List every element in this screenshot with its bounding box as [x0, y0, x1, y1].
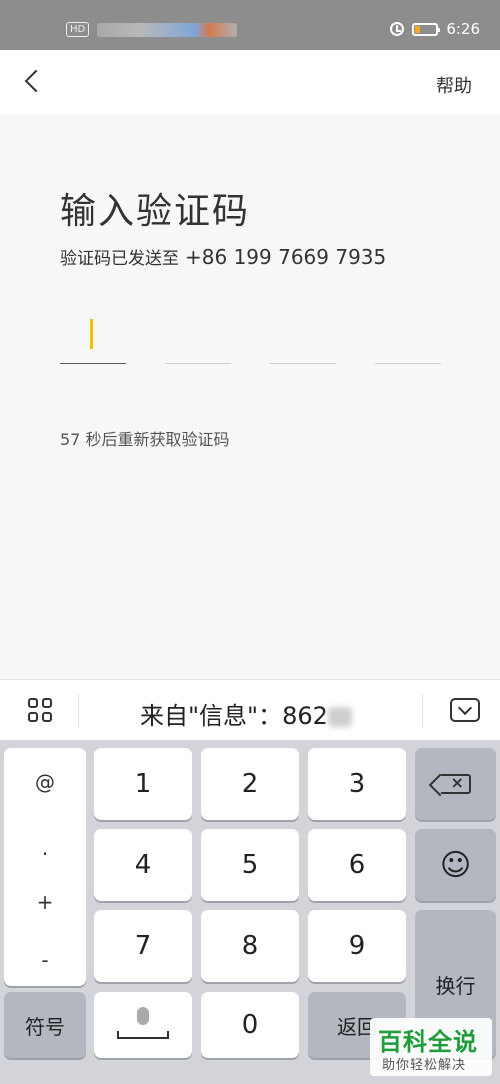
smiley-icon: ☺: [439, 847, 472, 883]
blurred-carrier: [97, 22, 238, 37]
sms-code-suggestion[interactable]: 来自"信息"：862: [140, 696, 352, 731]
watermark: 百科全说 助你轻松解决: [370, 1018, 492, 1076]
voice-input-key[interactable]: [94, 992, 192, 1058]
battery-icon: [412, 22, 441, 36]
page-title: 输入验证码: [60, 191, 251, 232]
text-cursor: [90, 319, 93, 349]
symbol-key-minus[interactable]: -: [4, 948, 86, 972]
status-left: HD: [66, 22, 238, 37]
microphone-icon: [113, 1005, 173, 1045]
hd-badge: HD: [66, 22, 90, 37]
sent-to-line: 验证码已发送至 +86 199 7669 7935: [60, 244, 386, 269]
code-digit-2[interactable]: [165, 314, 231, 364]
status-time: 6:26: [446, 20, 480, 38]
key-6[interactable]: 6: [308, 829, 406, 901]
help-button[interactable]: 帮助: [436, 72, 472, 98]
apps-grid-icon[interactable]: [28, 698, 54, 724]
code-digit-1[interactable]: [60, 314, 126, 364]
key-0[interactable]: 0: [201, 992, 299, 1058]
phone-number: +86 199 7669 7935: [185, 245, 387, 269]
key-9[interactable]: 9: [308, 910, 406, 982]
back-button[interactable]: [18, 66, 50, 98]
watermark-title: 百科全说: [378, 1028, 478, 1056]
symbols-key[interactable]: 符号: [4, 992, 86, 1058]
code-digit-4[interactable]: [375, 314, 441, 364]
key-1[interactable]: 1: [94, 748, 192, 820]
backspace-icon: ×: [440, 773, 471, 794]
key-5[interactable]: 5: [201, 829, 299, 901]
hide-keyboard-icon[interactable]: [450, 698, 480, 722]
chevron-left-icon: [24, 69, 48, 93]
symbol-key-at[interactable]: @: [4, 770, 86, 794]
key-8[interactable]: 8: [201, 910, 299, 982]
divider: [78, 694, 79, 728]
code-digit-3[interactable]: [270, 314, 336, 364]
key-2[interactable]: 2: [201, 748, 299, 820]
verification-code-input[interactable]: [60, 314, 441, 364]
key-3[interactable]: 3: [308, 748, 406, 820]
alarm-icon: [390, 22, 405, 36]
status-bar: HD 6:26: [0, 0, 500, 50]
symbol-column[interactable]: @ . + -: [4, 748, 86, 986]
battery-level: [415, 25, 421, 33]
watermark-subtitle: 助你轻松解决: [382, 1058, 467, 1073]
sent-prefix: 验证码已发送至: [60, 249, 179, 269]
resend-countdown: 57 秒后重新获取验证码: [60, 430, 230, 449]
emoji-key[interactable]: ☺: [415, 829, 496, 901]
symbol-key-dot[interactable]: .: [4, 836, 86, 860]
status-right: 6:26: [390, 20, 480, 38]
keyboard-suggestion-bar: 来自"信息"：862: [0, 679, 500, 740]
divider: [422, 694, 423, 728]
suggestion-text: 来自"信息"：862: [140, 702, 328, 730]
nav-bar: 帮助: [0, 50, 500, 114]
key-4[interactable]: 4: [94, 829, 192, 901]
blurred-digits: [327, 707, 352, 727]
key-7[interactable]: 7: [94, 910, 192, 982]
symbol-key-plus[interactable]: +: [4, 890, 86, 914]
backspace-key[interactable]: ×: [415, 748, 496, 820]
